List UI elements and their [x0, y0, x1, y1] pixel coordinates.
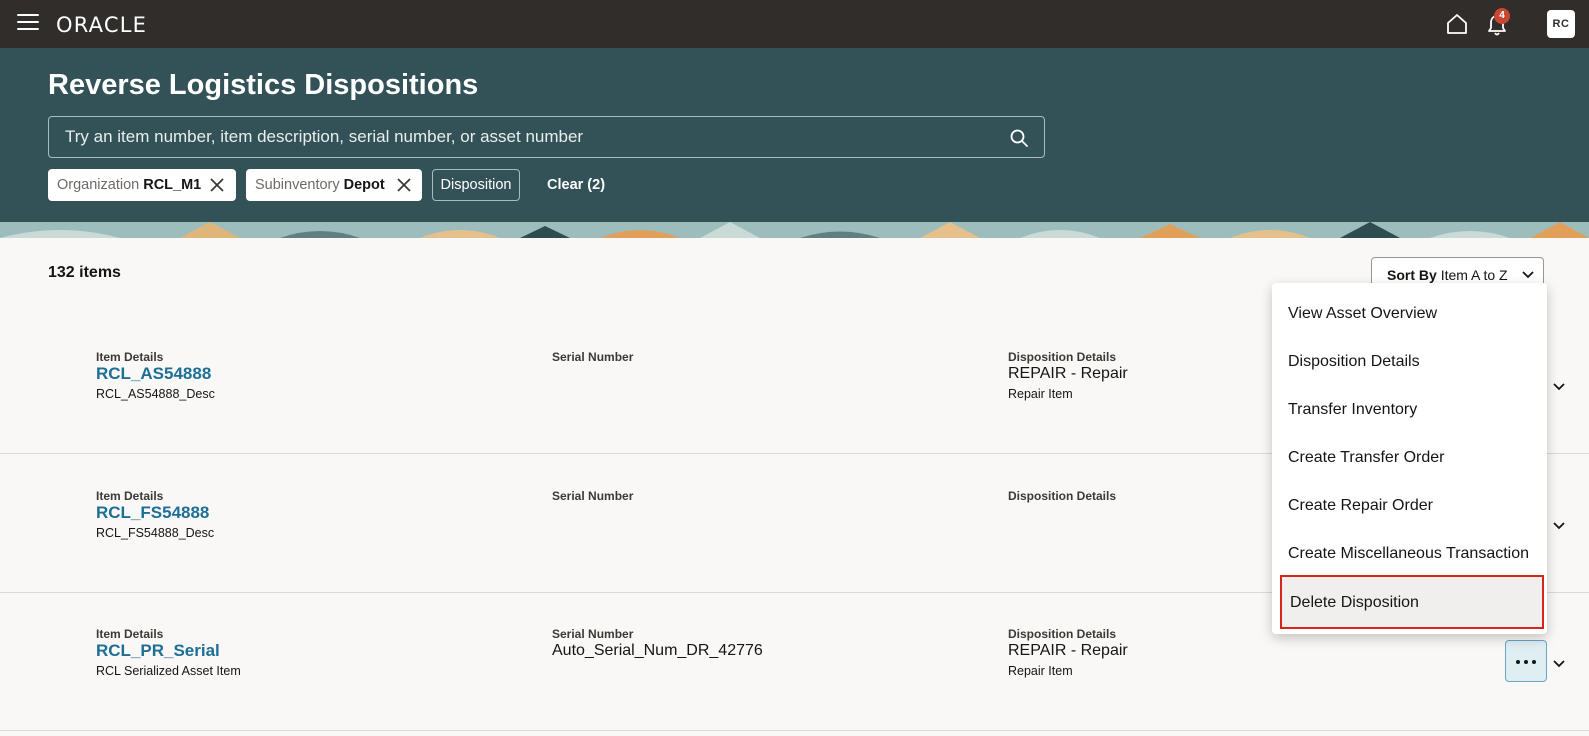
- hamburger-menu-icon[interactable]: [17, 14, 39, 32]
- notification-badge: 4: [1494, 8, 1510, 24]
- menu-item-transfer-inventory[interactable]: Transfer Inventory: [1272, 386, 1547, 434]
- expand-chevron-icon[interactable]: [1551, 517, 1567, 533]
- menu-item-view-asset-overview[interactable]: View Asset Overview: [1272, 290, 1547, 338]
- search-box: [48, 116, 1045, 158]
- filter-chip-label: Subinventory: [255, 177, 340, 193]
- search-input[interactable]: [65, 117, 985, 157]
- home-icon[interactable]: [1445, 12, 1469, 36]
- disposition-value: REPAIR - Repair: [1008, 365, 1128, 382]
- item-details-label: Item Details: [96, 350, 164, 364]
- item-number-link[interactable]: RCL_FS54888: [96, 503, 209, 523]
- page-title: Reverse Logistics Dispositions: [48, 69, 479, 101]
- ellipsis-icon: [1524, 660, 1528, 664]
- search-icon[interactable]: [1009, 128, 1029, 148]
- item-number-link[interactable]: RCL_PR_Serial: [96, 641, 220, 661]
- disposition-details-label: Disposition Details: [1008, 627, 1117, 641]
- filter-chip-label: Organization: [57, 177, 140, 193]
- disposition-details-label: Disposition Details: [1008, 350, 1117, 364]
- result-count: 132 items: [48, 264, 121, 281]
- actions-menu: View Asset Overview Disposition Details …: [1272, 283, 1547, 634]
- filter-chip-value: RCL_M1: [143, 177, 202, 193]
- serial-number-value: Auto_Serial_Num_DR_42776: [552, 642, 763, 659]
- disposition-subtext: Repair Item: [1008, 664, 1073, 678]
- menu-item-create-transfer-order[interactable]: Create Transfer Order: [1272, 434, 1547, 482]
- oracle-logo[interactable]: ORACLE: [56, 13, 147, 37]
- page-header: Reverse Logistics Dispositions Organizat…: [0, 48, 1589, 222]
- expand-chevron-icon[interactable]: [1551, 378, 1567, 394]
- item-number-link[interactable]: RCL_AS54888: [96, 364, 211, 384]
- item-description: RCL_FS54888_Desc: [96, 526, 215, 540]
- filter-disposition-button[interactable]: Disposition: [432, 169, 520, 201]
- filter-chip-value: Depot: [343, 177, 385, 193]
- item-description: RCL_AS54888_Desc: [96, 387, 215, 401]
- sort-label: Sort By: [1387, 267, 1437, 283]
- disposition-details-label: Disposition Details: [1008, 489, 1117, 503]
- item-details-label: Item Details: [96, 489, 164, 503]
- chevron-down-icon: [1522, 271, 1534, 279]
- disposition-subtext: Repair Item: [1008, 387, 1073, 401]
- disposition-value: REPAIR - Repair: [1008, 642, 1128, 659]
- user-avatar[interactable]: RC: [1547, 10, 1575, 38]
- menu-item-create-repair-order[interactable]: Create Repair Order: [1272, 482, 1547, 530]
- remove-filter-icon[interactable]: [396, 177, 412, 193]
- item-description: RCL Serialized Asset Item: [96, 664, 241, 678]
- ellipsis-icon: [1532, 660, 1536, 664]
- top-bar: ORACLE 4 RC: [0, 0, 1589, 48]
- item-details-label: Item Details: [96, 627, 164, 641]
- sort-value: Item A to Z: [1440, 267, 1508, 283]
- more-actions-button[interactable]: [1505, 640, 1547, 682]
- menu-item-create-miscellaneous-transaction[interactable]: Create Miscellaneous Transaction: [1272, 530, 1547, 578]
- decorative-banner-pattern: [0, 222, 1589, 238]
- expand-chevron-icon[interactable]: [1551, 655, 1567, 671]
- serial-number-label: Serial Number: [552, 627, 634, 641]
- filter-chip-subinventory[interactable]: Subinventory Depot: [246, 169, 422, 201]
- menu-item-disposition-details[interactable]: Disposition Details: [1272, 338, 1547, 386]
- filter-chip-organization[interactable]: Organization RCL_M1: [48, 169, 236, 201]
- ellipsis-icon: [1516, 660, 1520, 664]
- remove-filter-icon[interactable]: [209, 177, 225, 193]
- serial-number-label: Serial Number: [552, 350, 634, 364]
- serial-number-label: Serial Number: [552, 489, 634, 503]
- clear-filters-button[interactable]: Clear (2): [547, 169, 605, 201]
- menu-item-delete-disposition[interactable]: Delete Disposition: [1280, 575, 1544, 629]
